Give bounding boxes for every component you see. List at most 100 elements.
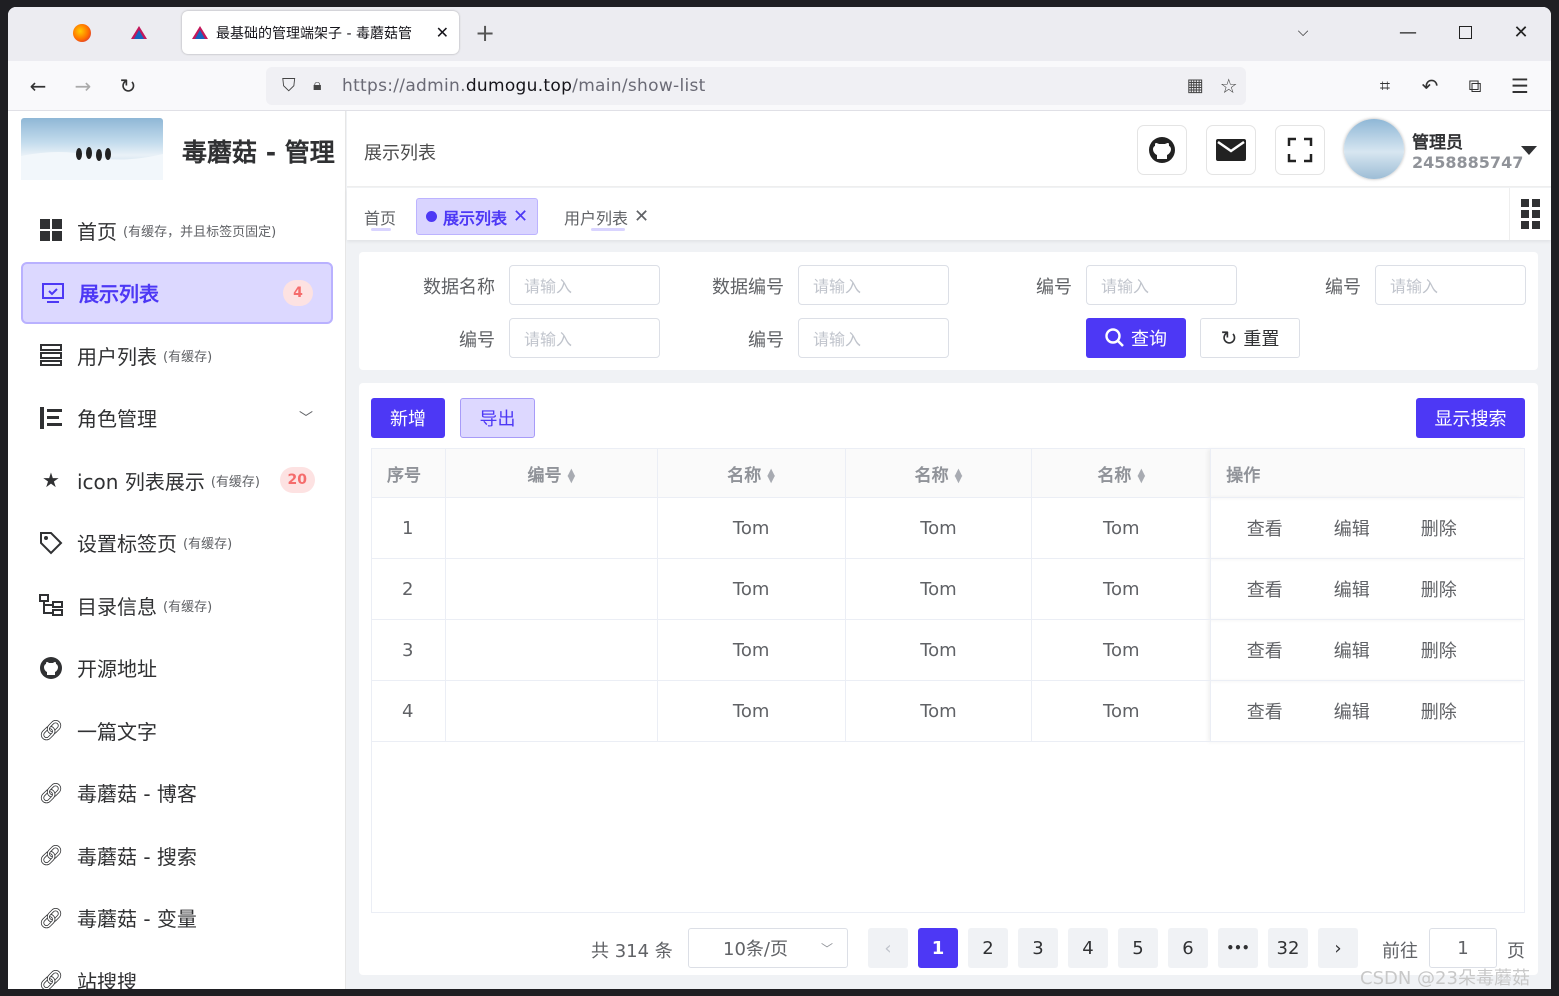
maximize-icon[interactable] (1450, 17, 1480, 47)
mail-icon (1216, 139, 1246, 161)
sidebar-item-tag-settings[interactable]: 设置标签页 (有缓存) (21, 512, 333, 575)
pinned-tab-firefox[interactable] (54, 11, 110, 54)
export-button[interactable]: 导出 (460, 398, 535, 438)
mail-button[interactable] (1206, 125, 1256, 175)
prev-page-icon[interactable]: ‹ (868, 928, 908, 968)
sidebar-item-roles[interactable]: 角色管理 ﹀ (21, 387, 333, 450)
new-tab-button[interactable]: + (470, 11, 500, 54)
column-header-name[interactable]: 名称 ▲ ▼ (656, 448, 846, 498)
tags-menu-grid-icon[interactable] (1509, 188, 1551, 240)
chevron-down-icon[interactable]: ﹀ (299, 408, 313, 428)
view-link[interactable]: 查看 (1221, 576, 1308, 602)
code-input-3[interactable]: 请输入 (509, 318, 660, 358)
caret-down-icon[interactable] (1521, 146, 1537, 155)
undo-arrow-icon[interactable]: ↶ (1414, 70, 1446, 102)
sidebar-item-search[interactable]: 🔗︎ 毒蘑菇 - 搜索 (21, 824, 333, 887)
delete-link[interactable]: 删除 (1395, 698, 1482, 724)
toggle-search-button[interactable]: 显示搜索 (1416, 398, 1525, 438)
cell-index: 1 (371, 497, 446, 559)
sidebar-item-home[interactable]: 首页 (有缓存，并且标签页固定) (21, 199, 333, 262)
address-bar[interactable]: ⛉ 🔒︎ https://admin. dumogu.top/main/show-… (266, 67, 1246, 105)
forward-icon[interactable]: → (67, 70, 99, 102)
avatar[interactable] (1344, 119, 1404, 179)
edit-link[interactable]: 编辑 (1308, 515, 1395, 541)
column-header-name[interactable]: 名称 ▲ ▼ (844, 448, 1033, 498)
query-button[interactable]: 查询 (1086, 318, 1186, 358)
column-header-name[interactable]: 名称 ▲ ▼ (1031, 448, 1212, 498)
close-icon[interactable]: ✕ (513, 206, 528, 227)
tag-show-list[interactable]: 展示列表 ✕ (416, 198, 539, 235)
back-icon[interactable]: ← (22, 70, 54, 102)
field-label: 数据编号 (712, 277, 784, 298)
pinned-tab-site[interactable] (111, 11, 167, 54)
edit-link[interactable]: 编辑 (1308, 576, 1395, 602)
page-button[interactable]: 6 (1168, 928, 1208, 968)
more-pages-icon[interactable]: ••• (1218, 928, 1258, 968)
sidebar-item-article[interactable]: 🔗︎ 一篇文字 (21, 699, 333, 762)
page-button[interactable]: 32 (1268, 928, 1308, 968)
column-header-label: 编号 (527, 465, 562, 486)
page-button[interactable]: 1 (918, 928, 958, 968)
page-size-select[interactable]: 10条/页 ﹀ (688, 928, 848, 968)
tag-home[interactable]: 首页 (355, 198, 405, 235)
sort-icon[interactable]: ▲ ▼ (567, 467, 575, 484)
data-code-input[interactable]: 请输入 (798, 265, 949, 305)
edit-link[interactable]: 编辑 (1308, 698, 1395, 724)
minimize-icon[interactable]: — (1393, 17, 1423, 47)
menu-hamburger-icon[interactable]: ☰ (1504, 70, 1536, 102)
code-input-4[interactable]: 请输入 (798, 318, 949, 358)
sort-icon[interactable]: ▲ ▼ (1137, 467, 1145, 484)
sidebar-item-label: 一篇文字 (77, 719, 157, 744)
sort-icon[interactable]: ▲ ▼ (955, 467, 963, 484)
view-link[interactable]: 查看 (1221, 698, 1308, 724)
delete-link[interactable]: 删除 (1395, 515, 1482, 541)
browser-toolbar: ← → ↻ ⛉ 🔒︎ https://admin. dumogu.top/main… (8, 61, 1551, 111)
sort-icon[interactable]: ▲ ▼ (767, 467, 775, 484)
lock-icon[interactable]: 🔒︎ (313, 75, 322, 95)
sidebar-item-github[interactable]: 开源地址 (21, 637, 333, 700)
delete-link[interactable]: 删除 (1395, 637, 1482, 663)
tab-list-chevron-icon[interactable]: ⌵ (1288, 17, 1318, 47)
close-window-icon[interactable]: ✕ (1506, 17, 1536, 47)
page-button[interactable]: 4 (1068, 928, 1108, 968)
screenshot-icon[interactable]: ⌗ (1369, 70, 1401, 102)
browser-tab-active[interactable]: 最基础的管理端架子 - 毒蘑菇管 ✕ (182, 11, 459, 54)
code-input-2[interactable]: 请输入 (1375, 265, 1526, 305)
page-button[interactable]: 3 (1018, 928, 1058, 968)
sidebar-item-show-list[interactable]: 展示列表 4 (21, 261, 333, 324)
data-name-input[interactable]: 请输入 (509, 265, 660, 305)
sidebar-item-blog[interactable]: 🔗︎ 毒蘑菇 - 博客 (21, 762, 333, 825)
bookmark-star-icon[interactable]: ☆ (1220, 74, 1238, 98)
code-input-1[interactable]: 请输入 (1086, 265, 1237, 305)
reset-button[interactable]: ↻ 重置 (1200, 318, 1300, 358)
view-link[interactable]: 查看 (1221, 515, 1308, 541)
reload-icon[interactable]: ↻ (112, 70, 144, 102)
column-header-code[interactable]: 编号 ▲ ▼ (444, 448, 658, 498)
tag-user-list[interactable]: 用户列表 ✕ (555, 198, 658, 235)
sidebar-item-variables[interactable]: 🔗︎ 毒蘑菇 - 变量 (21, 887, 333, 950)
close-tab-icon[interactable]: ✕ (436, 23, 449, 42)
add-button[interactable]: 新增 (371, 398, 445, 438)
sidebar: 毒蘑菇 - 管理 首页 (有缓存，并且标签页固定) 展示列表 4 用户列表 (有… (8, 111, 346, 989)
sidebar-item-site-search[interactable]: 🔗︎ 站搜搜 (21, 949, 333, 989)
sidebar-item-user-list[interactable]: 用户列表 (有缓存) (21, 324, 333, 387)
github-icon (39, 656, 63, 680)
extensions-icon[interactable]: ⧉ (1459, 70, 1491, 102)
github-button[interactable] (1137, 125, 1187, 175)
shield-icon[interactable]: ⛉ (282, 75, 296, 96)
table-header-row: 序号 编号 ▲ ▼ 名称 ▲ ▼ 名称 ▲ ▼ 名称 ▲ ▼ 操作 (371, 448, 1525, 498)
page-button[interactable]: 5 (1118, 928, 1158, 968)
delete-link[interactable]: 删除 (1395, 576, 1482, 602)
qr-code-icon[interactable]: ▦ (1187, 75, 1204, 96)
page-button[interactable]: 2 (968, 928, 1008, 968)
link-icon: 🔗︎ (38, 843, 64, 868)
goto-page-input[interactable]: 1 (1429, 928, 1497, 968)
sidebar-item-icon-list[interactable]: ★ icon 列表展示 (有缓存) 20 (21, 449, 333, 512)
next-page-icon[interactable]: › (1318, 928, 1358, 968)
sidebar-item-directory[interactable]: 目录信息 (有缓存) (21, 574, 333, 637)
edit-link[interactable]: 编辑 (1308, 637, 1395, 663)
fullscreen-button[interactable] (1275, 125, 1325, 175)
close-icon[interactable]: ✕ (634, 206, 649, 227)
view-link[interactable]: 查看 (1221, 637, 1308, 663)
column-header-label: 操作 (1226, 465, 1261, 486)
